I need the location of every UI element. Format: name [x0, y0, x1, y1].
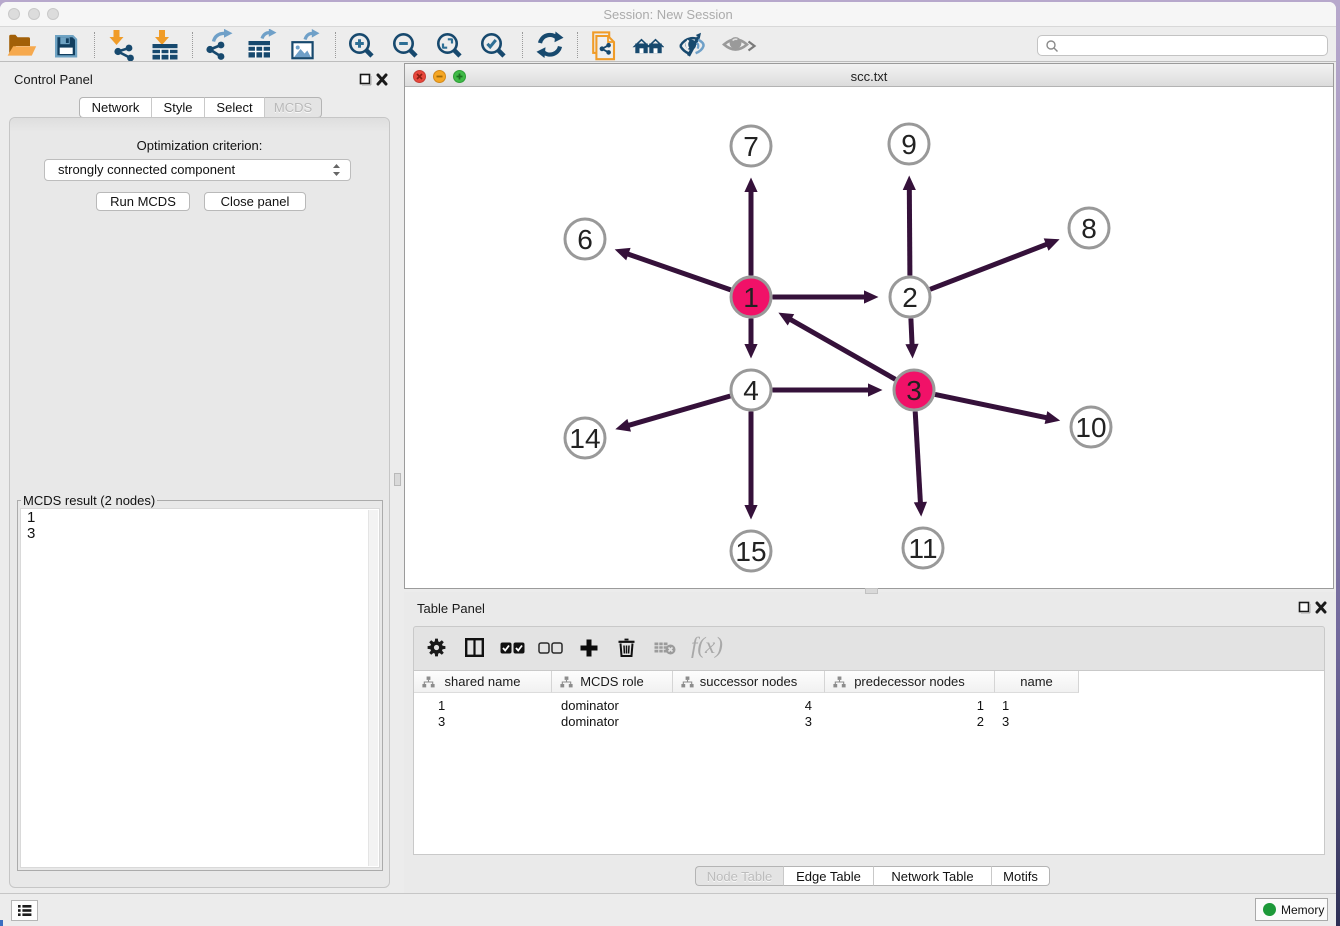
svg-text:3: 3 [906, 375, 922, 406]
svg-text:1: 1 [743, 282, 759, 313]
svg-text:14: 14 [569, 423, 600, 454]
svg-text:4: 4 [743, 375, 759, 406]
svg-text:2: 2 [902, 282, 918, 313]
svg-text:9: 9 [901, 129, 917, 160]
svg-text:10: 10 [1075, 412, 1106, 443]
svg-text:7: 7 [743, 131, 759, 162]
svg-text:8: 8 [1081, 213, 1097, 244]
svg-text:15: 15 [735, 536, 766, 567]
svg-text:11: 11 [908, 533, 937, 564]
svg-text:6: 6 [577, 224, 593, 255]
